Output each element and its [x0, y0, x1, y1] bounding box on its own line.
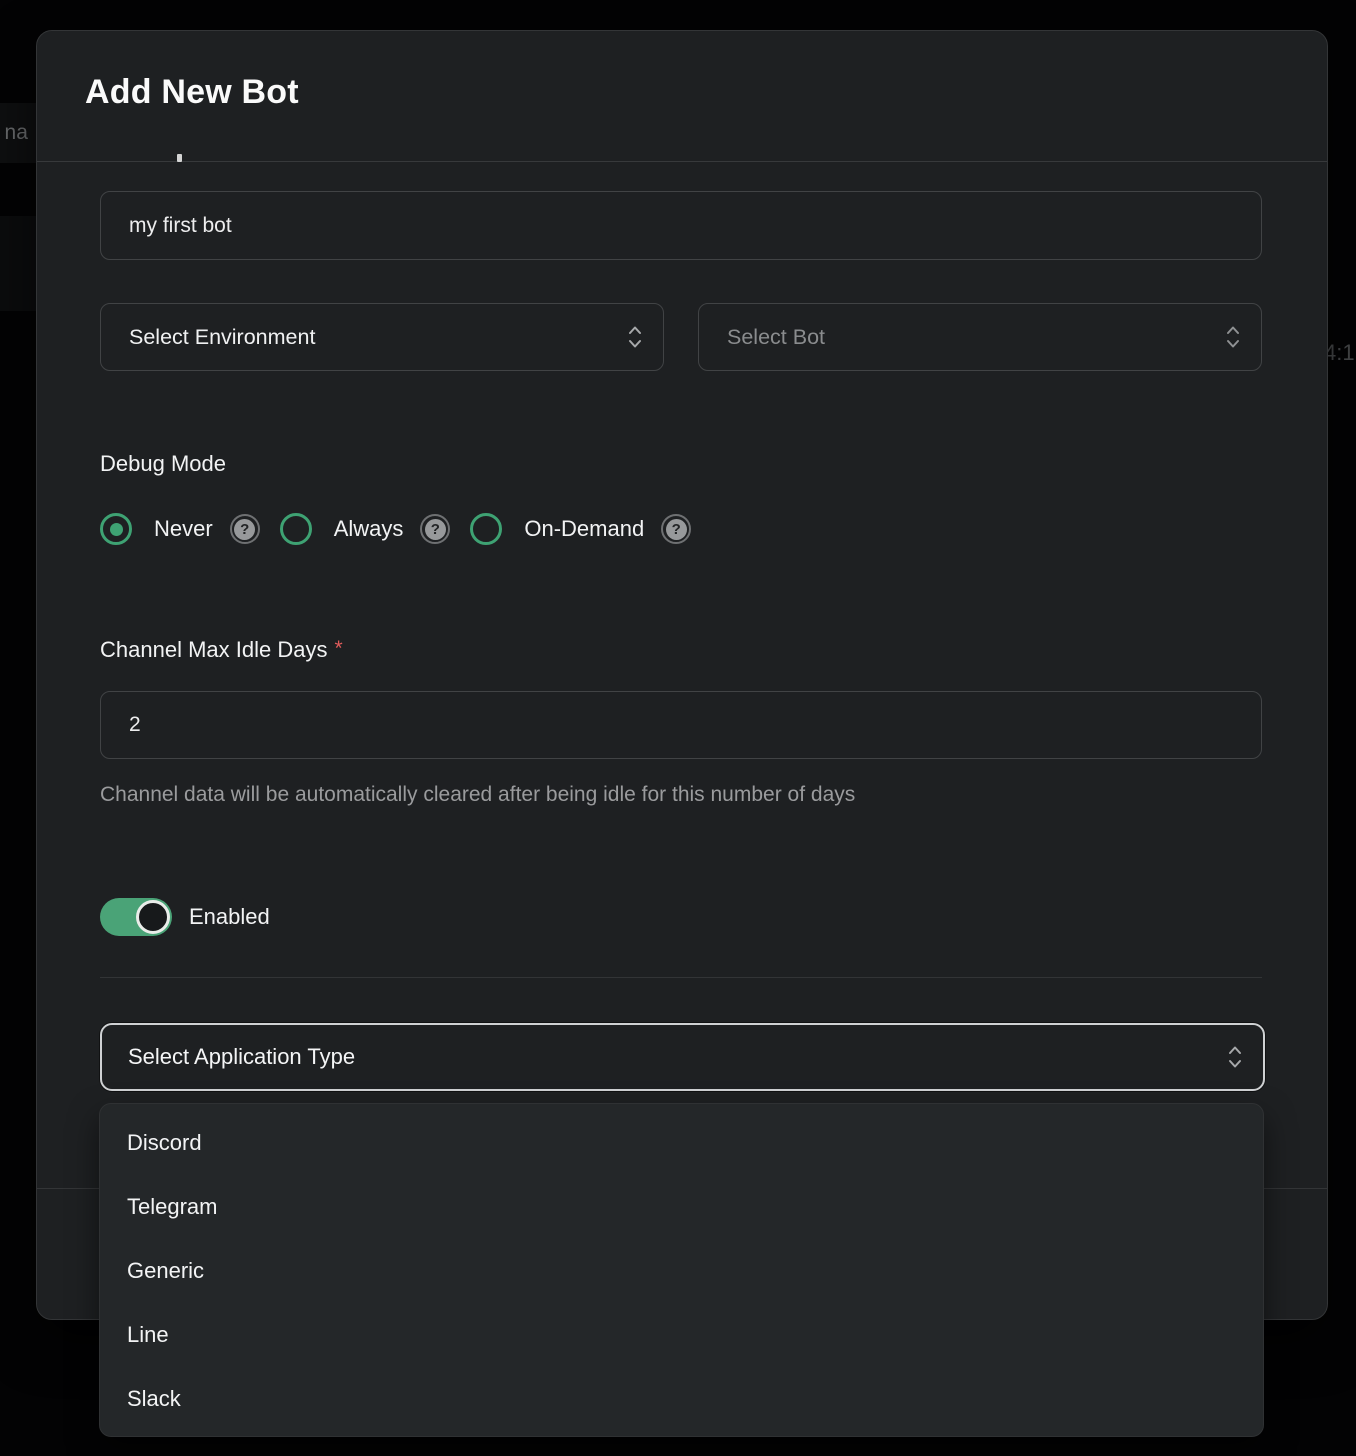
radio-on-demand-label: On-Demand [524, 516, 644, 542]
enabled-toggle[interactable] [100, 898, 172, 936]
environment-select-value: Select Environment [129, 325, 315, 350]
bot-select-placeholder: Select Bot [727, 325, 825, 350]
channel-max-idle-days-input[interactable] [100, 691, 1262, 759]
background-text-fragment-left: n na [0, 121, 28, 145]
radio-selected-dot [110, 523, 123, 536]
option-line[interactable]: Line [100, 1303, 1263, 1367]
help-icon[interactable]: ? [661, 514, 691, 544]
bot-select[interactable]: Select Bot [698, 303, 1262, 371]
clipped-label-fragment [177, 154, 182, 162]
option-generic[interactable]: Generic [100, 1239, 1263, 1303]
option-telegram[interactable]: Telegram [100, 1175, 1263, 1239]
radio-always-label: Always [334, 516, 404, 542]
background-panel-fragment [0, 216, 36, 311]
chevron-updown-icon [1227, 1044, 1243, 1070]
option-discord[interactable]: Discord [100, 1111, 1263, 1175]
chevron-updown-icon [627, 324, 643, 350]
header-divider [37, 161, 1327, 162]
debug-mode-radio-group: Never ? Always ? On-Demand ? [100, 513, 711, 545]
option-slack[interactable]: Slack [100, 1367, 1263, 1431]
enabled-toggle-label: Enabled [189, 904, 270, 930]
radio-never-label: Never [154, 516, 213, 542]
toggle-knob [136, 900, 170, 934]
help-icon[interactable]: ? [230, 514, 260, 544]
application-type-select[interactable]: Select Application Type [100, 1023, 1265, 1091]
radio-never[interactable] [100, 513, 132, 545]
debug-mode-label: Debug Mode [100, 451, 226, 477]
bot-name-input[interactable] [100, 191, 1262, 260]
radio-always[interactable] [280, 513, 312, 545]
channel-max-idle-days-helper: Channel data will be automatically clear… [100, 783, 855, 807]
chevron-updown-icon [1225, 324, 1241, 350]
help-icon[interactable]: ? [420, 514, 450, 544]
channel-max-idle-days-label: Channel Max Idle Days* [100, 637, 343, 663]
section-divider [100, 977, 1262, 978]
environment-select[interactable]: Select Environment [100, 303, 664, 371]
background-text-fragment-right: 4:1 [1324, 340, 1355, 366]
application-type-dropdown: Discord Telegram Generic Line Slack [99, 1103, 1264, 1437]
enabled-toggle-row: Enabled [100, 898, 270, 936]
modal-title: Add New Bot [85, 73, 299, 112]
application-type-placeholder: Select Application Type [128, 1044, 355, 1070]
required-asterisk: * [334, 637, 342, 660]
radio-on-demand[interactable] [470, 513, 502, 545]
